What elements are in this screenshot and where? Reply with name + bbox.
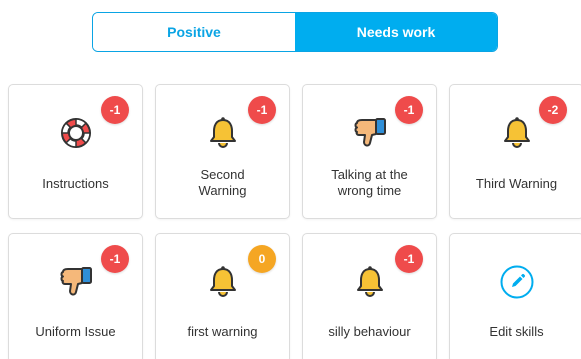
skill-label: silly behaviour: [328, 324, 411, 339]
points-badge: -1: [395, 245, 423, 273]
bell-icon: [203, 113, 243, 153]
bell-icon: [203, 262, 243, 302]
points-badge: -1: [101, 96, 129, 124]
positive-tab[interactable]: Positive: [93, 13, 295, 51]
points-badge: -1: [395, 96, 423, 124]
thumbs-down-icon: [350, 113, 390, 153]
points-badge: -1: [101, 245, 129, 273]
skill-label: Third Warning: [475, 176, 558, 191]
points-badge: -2: [539, 96, 567, 124]
skill-label: Second Warning: [198, 167, 247, 198]
points-badge: -1: [248, 96, 276, 124]
points-badge: 0: [248, 245, 276, 273]
skill-label: Talking at the wrong time: [331, 167, 408, 198]
award-points-panel: Positive Needs work Instructions -1 Seco: [0, 0, 581, 359]
skill-label: Edit skills: [489, 324, 544, 339]
bell-icon: [350, 262, 390, 302]
skill-label: first warning: [187, 324, 258, 339]
feedback-type-toggle: Positive Needs work: [92, 12, 498, 52]
edit-skills-button[interactable]: Edit skills: [449, 233, 581, 359]
pencil-icon: [497, 262, 537, 302]
skill-label: Instructions: [42, 176, 109, 191]
bell-icon: [497, 113, 537, 153]
lifebuoy-icon: [56, 113, 96, 153]
needs-work-tab[interactable]: Needs work: [295, 13, 497, 51]
thumbs-down-icon: [56, 262, 96, 302]
skill-label: Uniform Issue: [35, 324, 116, 339]
